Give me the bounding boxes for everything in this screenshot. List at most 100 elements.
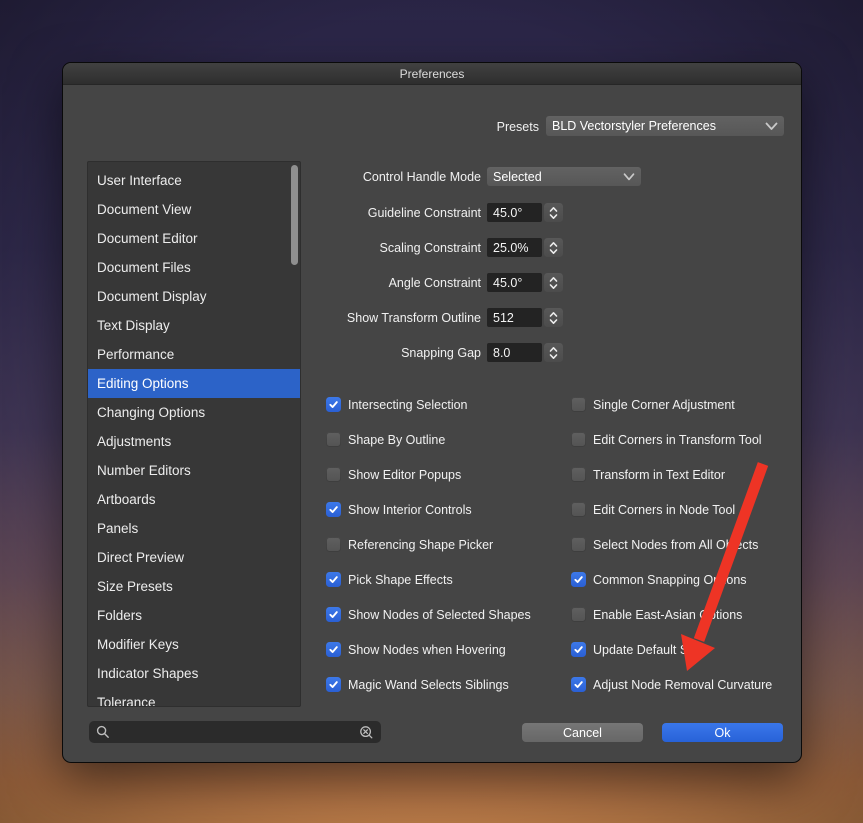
show-transform-outline-field[interactable]: 512 <box>487 308 542 327</box>
stepper-arrows-icon <box>548 345 559 361</box>
presets-dropdown[interactable]: BLD Vectorstyler Preferences <box>546 116 784 136</box>
sidebar-item[interactable]: Indicator Shapes <box>88 659 300 688</box>
cancel-button[interactable]: Cancel <box>522 723 643 742</box>
checkbox[interactable] <box>571 607 586 622</box>
checkbox[interactable] <box>571 467 586 482</box>
checkbox-row[interactable]: Intersecting Selection <box>326 387 531 422</box>
checkbox-label: Adjust Node Removal Curvature <box>593 678 772 692</box>
snapping-gap-field[interactable]: 8.0 <box>487 343 542 362</box>
search-field[interactable] <box>89 721 381 743</box>
checkbox-row[interactable]: Show Nodes of Selected Shapes <box>326 597 531 632</box>
sidebar-item[interactable]: Panels <box>88 514 300 543</box>
checkbox-row[interactable]: Transform in Text Editor <box>571 457 772 492</box>
snapping-gap-stepper[interactable] <box>544 343 563 362</box>
checkbox-row[interactable]: Update Default Style <box>571 632 772 667</box>
checkbox-row[interactable]: Edit Corners in Node Tool <box>571 492 772 527</box>
checkmark-icon <box>328 609 339 620</box>
checkbox-row[interactable]: Single Corner Adjustment <box>571 387 772 422</box>
sidebar-item[interactable]: Editing Options <box>88 369 300 398</box>
control-handle-mode-select[interactable]: Selected <box>487 167 641 186</box>
checkbox[interactable] <box>571 572 586 587</box>
checkbox-column-right: Single Corner Adjustment Edit Corners in… <box>571 387 772 702</box>
checkbox-label: Select Nodes from All Objects <box>593 538 758 552</box>
search-input[interactable] <box>115 724 354 740</box>
snapping-gap-label: Snapping Gap <box>63 346 487 360</box>
show-transform-outline-label: Show Transform Outline <box>63 311 487 325</box>
sidebar-item[interactable]: Size Presets <box>88 572 300 601</box>
form-row-scaling-constraint: Scaling Constraint 25.0% <box>63 238 803 257</box>
form-row-snapping-gap: Snapping Gap 8.0 <box>63 343 803 362</box>
checkbox[interactable] <box>326 432 341 447</box>
window-title: Preferences <box>400 67 465 81</box>
checkmark-icon <box>573 679 584 690</box>
checkbox[interactable] <box>326 677 341 692</box>
stepper-arrows-icon <box>548 240 559 256</box>
checkbox-row[interactable]: Referencing Shape Picker <box>326 527 531 562</box>
checkmark-icon <box>328 399 339 410</box>
checkbox-label: Show Nodes of Selected Shapes <box>348 608 531 622</box>
show-transform-outline-value: 512 <box>493 311 514 325</box>
checkbox-label: Referencing Shape Picker <box>348 538 493 552</box>
checkbox-row[interactable]: Show Editor Popups <box>326 457 531 492</box>
checkbox-row[interactable]: Show Interior Controls <box>326 492 531 527</box>
sidebar-item[interactable]: Adjustments <box>88 427 300 456</box>
checkbox[interactable] <box>326 607 341 622</box>
show-transform-outline-stepper[interactable] <box>544 308 563 327</box>
checkbox-row[interactable]: Common Snapping Options <box>571 562 772 597</box>
stepper-arrows-icon <box>548 205 559 221</box>
checkbox-label: Show Nodes when Hovering <box>348 643 506 657</box>
checkbox-label: Shape By Outline <box>348 433 445 447</box>
checkbox[interactable] <box>326 502 341 517</box>
scaling-constraint-field[interactable]: 25.0% <box>487 238 542 257</box>
stepper-arrows-icon <box>548 310 559 326</box>
sidebar-item[interactable]: Folders <box>88 601 300 630</box>
clear-search-icon[interactable] <box>359 725 374 740</box>
checkbox-label: Update Default Style <box>593 643 708 657</box>
ok-button[interactable]: Ok <box>662 723 783 742</box>
guideline-constraint-stepper[interactable] <box>544 203 563 222</box>
scaling-constraint-stepper[interactable] <box>544 238 563 257</box>
checkbox-label: Show Interior Controls <box>348 503 472 517</box>
sidebar-item[interactable]: Direct Preview <box>88 543 300 572</box>
checkbox-row[interactable]: Adjust Node Removal Curvature <box>571 667 772 702</box>
sidebar-item[interactable]: Artboards <box>88 485 300 514</box>
form-row-angle-constraint: Angle Constraint 45.0° <box>63 273 803 292</box>
checkmark-icon <box>328 679 339 690</box>
checkbox[interactable] <box>326 642 341 657</box>
guideline-constraint-field[interactable]: 45.0° <box>487 203 542 222</box>
preferences-dialog: Preferences Presets BLD Vectorstyler Pre… <box>62 62 802 763</box>
checkbox-row[interactable]: Magic Wand Selects Siblings <box>326 667 531 702</box>
checkbox[interactable] <box>326 467 341 482</box>
checkbox[interactable] <box>571 432 586 447</box>
checkbox-label: Pick Shape Effects <box>348 573 453 587</box>
checkmark-icon <box>573 644 584 655</box>
presets-value: BLD Vectorstyler Preferences <box>552 119 761 133</box>
checkbox-row[interactable]: Show Nodes when Hovering <box>326 632 531 667</box>
checkbox[interactable] <box>571 397 586 412</box>
checkbox-row[interactable]: Pick Shape Effects <box>326 562 531 597</box>
checkbox-row[interactable]: Shape By Outline <box>326 422 531 457</box>
checkbox-label: Enable East-Asian Options <box>593 608 742 622</box>
sidebar-item[interactable]: Tolerance <box>88 688 300 707</box>
sidebar-item[interactable]: Number Editors <box>88 456 300 485</box>
angle-constraint-field[interactable]: 45.0° <box>487 273 542 292</box>
checkbox[interactable] <box>571 537 586 552</box>
checkbox[interactable] <box>326 397 341 412</box>
checkbox-row[interactable]: Edit Corners in Transform Tool <box>571 422 772 457</box>
checkbox[interactable] <box>326 537 341 552</box>
control-handle-mode-label: Control Handle Mode <box>63 170 487 184</box>
sidebar-item[interactable]: Changing Options <box>88 398 300 427</box>
sidebar-item[interactable]: Modifier Keys <box>88 630 300 659</box>
checkbox[interactable] <box>571 677 586 692</box>
checkmark-icon <box>328 644 339 655</box>
stepper-arrows-icon <box>548 275 559 291</box>
cancel-button-label: Cancel <box>563 726 602 740</box>
window-titlebar[interactable]: Preferences <box>63 63 801 85</box>
checkbox[interactable] <box>571 642 586 657</box>
checkbox[interactable] <box>571 502 586 517</box>
checkbox-row[interactable]: Enable East-Asian Options <box>571 597 772 632</box>
guideline-constraint-value: 45.0° <box>493 206 522 220</box>
checkbox-row[interactable]: Select Nodes from All Objects <box>571 527 772 562</box>
angle-constraint-stepper[interactable] <box>544 273 563 292</box>
checkbox[interactable] <box>326 572 341 587</box>
